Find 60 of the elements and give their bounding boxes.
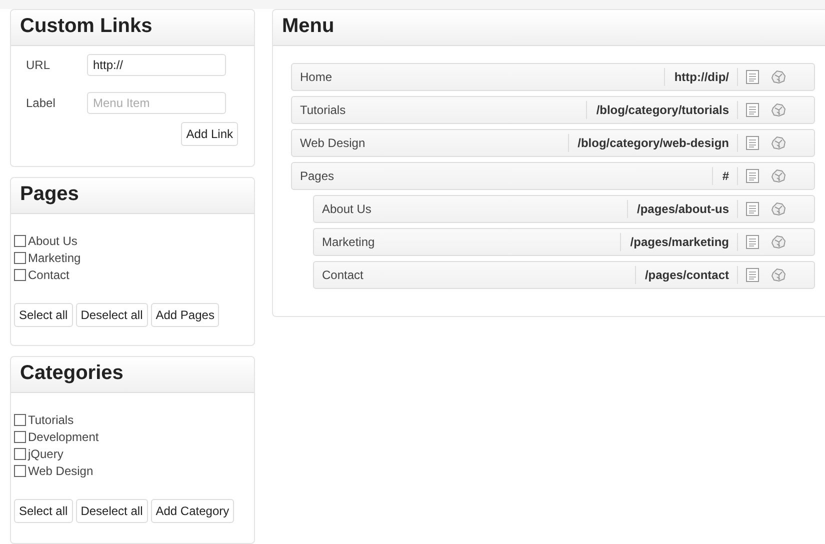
menu-item-url: /pages/about-us — [626, 200, 729, 218]
crumpled-paper-icon[interactable] — [771, 268, 786, 282]
menu-item[interactable]: About Us /pages/about-us — [313, 195, 815, 223]
checkbox[interactable] — [14, 464, 26, 477]
document-icon[interactable] — [746, 202, 759, 216]
crumpled-paper-icon[interactable] — [771, 235, 786, 249]
menu-item[interactable]: Pages # — [291, 162, 815, 190]
checkbox[interactable] — [14, 235, 26, 248]
menu-item-url: # — [712, 167, 729, 185]
field-label: URL — [26, 58, 52, 72]
checkbox[interactable] — [14, 430, 26, 443]
crumpled-paper-icon[interactable] — [771, 70, 786, 84]
checkbox-label: Development — [28, 430, 99, 444]
panel-button[interactable]: Select all — [14, 303, 73, 328]
add-link-button[interactable]: Add Link — [181, 122, 238, 146]
checkbox-label: Tutorials — [28, 412, 74, 427]
crumpled-paper-icon[interactable] — [771, 103, 786, 117]
menu-item[interactable]: Tutorials /blog/category/tutorials — [291, 96, 815, 124]
crumpled-paper-icon[interactable] — [771, 136, 786, 150]
checkbox[interactable] — [14, 448, 26, 460]
menu-item-label: Marketing — [322, 235, 376, 249]
menu-item-label: Contact — [322, 268, 364, 282]
checkbox-label: Web Design — [28, 464, 94, 478]
menu-item[interactable]: Home http://dip/ — [291, 63, 815, 91]
panel-button[interactable]: Deselect all — [76, 498, 148, 523]
panel-button[interactable]: Add Category — [150, 498, 234, 523]
panel-button[interactable]: Select all — [14, 498, 73, 523]
document-icon[interactable] — [746, 136, 759, 150]
menu-item-url: /blog/category/web-design — [568, 134, 729, 152]
menu-item[interactable]: Web Design /blog/category/web-design — [291, 129, 815, 157]
checkbox[interactable] — [14, 269, 26, 282]
document-icon[interactable] — [746, 169, 759, 183]
menu-item-label: About Us — [322, 202, 372, 216]
menu-item-label: Web Design — [300, 136, 366, 150]
menu-item-url: http://dip/ — [664, 68, 729, 86]
checkbox-label: Marketing — [28, 251, 81, 266]
menu-item-label: Home — [300, 70, 334, 84]
checkbox-label: jQuery — [28, 446, 64, 461]
field-label: Label — [26, 96, 56, 110]
menu-item[interactable]: Contact /pages/contact — [313, 261, 815, 289]
document-icon[interactable] — [746, 70, 759, 84]
panel-button[interactable]: Deselect all — [76, 303, 148, 328]
checkbox-label: About Us — [28, 234, 78, 248]
menu-item[interactable]: Marketing /pages/marketing — [313, 228, 815, 256]
document-icon[interactable] — [746, 103, 759, 117]
document-icon[interactable] — [746, 235, 759, 249]
checkbox-label: Contact — [28, 268, 70, 282]
checkbox[interactable] — [14, 252, 26, 264]
document-icon[interactable] — [746, 268, 759, 282]
url-field[interactable]: http:// — [87, 54, 226, 76]
menu-item-url: /pages/contact — [634, 266, 729, 284]
crumpled-paper-icon[interactable] — [771, 202, 786, 216]
menu-item-label: Tutorials — [300, 103, 347, 117]
menu-item-url: /pages/marketing — [620, 233, 729, 251]
menu-item-url: /blog/category/tutorials — [586, 101, 729, 119]
checkbox[interactable] — [14, 414, 26, 426]
crumpled-paper-icon[interactable] — [771, 169, 786, 183]
panel-button[interactable]: Add Pages — [150, 303, 220, 328]
label-field[interactable]: Menu Item — [87, 92, 226, 114]
menu-item-label: Pages — [300, 169, 336, 183]
